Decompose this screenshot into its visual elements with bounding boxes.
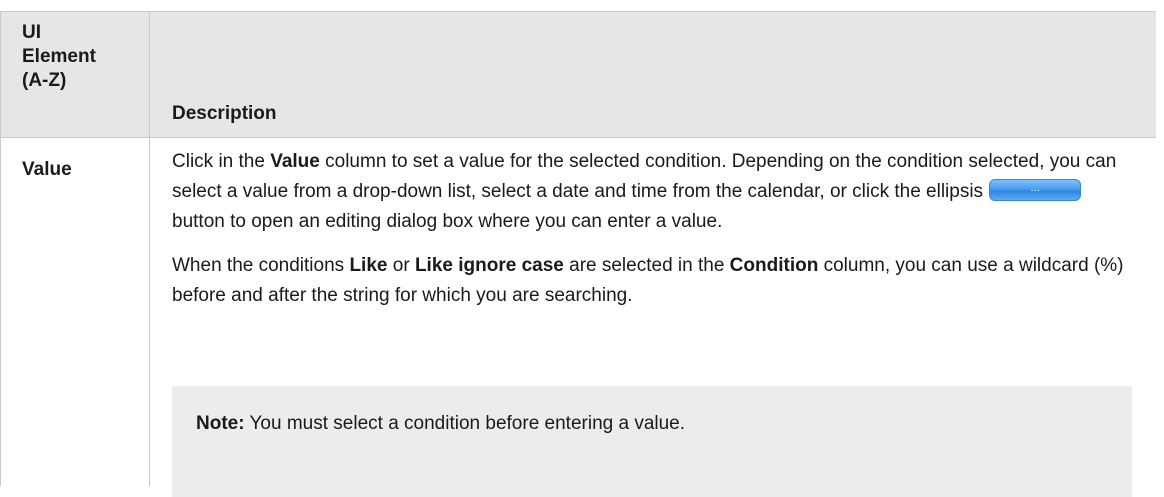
text: When the conditions <box>172 255 350 276</box>
column-divider <box>149 11 150 486</box>
bold-text: Like ignore case <box>414 255 564 276</box>
ellipsis-button-image: ... <box>989 178 1082 201</box>
ui-element-description: Click in the Value column to set a value… <box>172 147 1132 311</box>
note-label: Note: <box>196 413 245 434</box>
header-ui-element: UI Element (A-Z) <box>22 21 142 93</box>
header-line: Element <box>22 46 96 67</box>
bold-text: Like <box>349 255 388 276</box>
note-box: Note: You must select a condition before… <box>172 386 1132 497</box>
text: are selected in the <box>563 255 730 276</box>
description-paragraph: When the conditions Like or Like ignore … <box>172 251 1132 311</box>
bold-text: Condition <box>729 255 819 276</box>
bold-text: Value <box>270 151 320 172</box>
header-line: UI <box>22 22 41 43</box>
header-line: (A-Z) <box>22 70 67 91</box>
note-text: Note: You must select a condition before… <box>196 412 685 436</box>
ui-element-name: Value <box>22 159 72 180</box>
text: or <box>387 255 415 276</box>
text: button to open an editing dialog box whe… <box>172 211 723 232</box>
header-description: Description <box>172 103 277 124</box>
text: Click in the <box>172 151 271 172</box>
description-paragraph: Click in the Value column to set a value… <box>172 147 1132 237</box>
table-left-border <box>0 11 1 486</box>
note-body: You must select a condition before enter… <box>244 413 686 434</box>
ui-element-table: UI Element (A-Z) Description Value Click… <box>0 11 1156 497</box>
